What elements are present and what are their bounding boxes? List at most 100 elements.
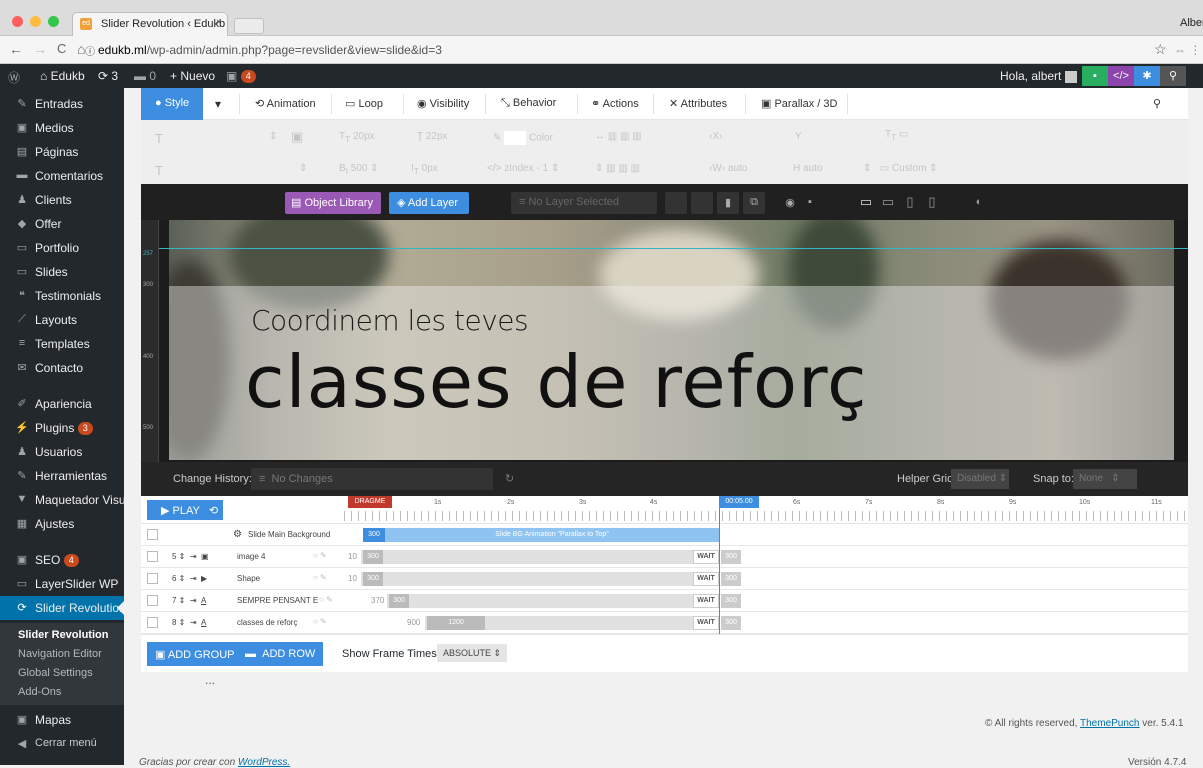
row-checkbox[interactable] (147, 529, 158, 540)
clip-icon[interactable]: ⚲ (1153, 88, 1161, 120)
table-row[interactable]: 5 ⇕ ⇥ ▣ image 4 ○ ✎ 10 300 WAIT 300 (141, 546, 1188, 568)
wordpress-link[interactable]: WordPress. (238, 757, 290, 768)
sidebar-item-mapas[interactable]: ▣ Mapas (0, 708, 124, 732)
sidebar-item-testimonials[interactable]: ❝ Testimonials (0, 284, 124, 308)
phone-icon[interactable]: ▯ (923, 192, 941, 214)
hide-show-icon[interactable]: ◐ (967, 192, 991, 214)
tab-actions[interactable]: ⚭ Actions (591, 88, 639, 120)
sidebar-item-medios[interactable]: ▣ Medios (0, 116, 124, 140)
tab-animation[interactable]: ⟲ Animation (255, 88, 316, 120)
sidebar-item-maquetador[interactable]: ▼ Maquetador Visual (0, 488, 124, 512)
add-row-button[interactable]: ▬ ADD ROW (237, 642, 324, 666)
slide-end-marker[interactable]: 00:05.00 (719, 496, 759, 508)
font-weight-field[interactable]: BI 500 ⇕ (339, 163, 379, 176)
letter-spacing-field[interactable]: IT 0px (411, 163, 438, 176)
sidebar-item-templates[interactable]: ≡ Templates (0, 332, 124, 356)
start-cell[interactable]: 300 (363, 550, 383, 564)
laptop-icon[interactable]: ▭ (879, 192, 897, 214)
tab-close-icon[interactable]: × (216, 17, 222, 28)
comments-link[interactable]: ▬ 0 (134, 69, 156, 83)
visibility-toggle-icon[interactable]: ○ ✎ (313, 551, 327, 560)
updates-link[interactable]: ⟳ 3 (98, 69, 118, 83)
desktop-icon[interactable]: ▭ (857, 192, 875, 214)
font-stepper-icon[interactable]: ⇕ (269, 131, 277, 142)
row-checkbox[interactable] (147, 551, 158, 562)
submenu-add-ons[interactable]: Add-Ons (18, 686, 61, 698)
sidebar-item-slider-revolution[interactable]: ⟳ Slider Revolution (0, 596, 124, 620)
slide-canvas[interactable]: 257 300 400 500 Coordinem les teves clas… (141, 220, 1188, 462)
bg-animation-bar[interactable]: Slide BG Animation "Parallax to Top" (385, 528, 719, 542)
wait-value[interactable]: 300 (721, 572, 741, 586)
visibility-toggle-icon[interactable]: ○ ✎ (313, 573, 327, 582)
wait-label[interactable]: WAIT (693, 572, 719, 586)
tab-style[interactable]: ● Style (141, 88, 203, 120)
align-buttons[interactable]: ↔ ▥ ▥ ▥ (595, 131, 642, 142)
sidebar-item-ajustes[interactable]: ▦ Ajustes (0, 512, 124, 536)
start-cell[interactable]: 300 (363, 572, 383, 586)
wait-label[interactable]: WAIT (693, 550, 719, 564)
sidebar-item-clients[interactable]: ♟ Clients (0, 188, 124, 212)
font-size-field[interactable]: TT 20px (339, 131, 375, 144)
sidebar-item-apariencia[interactable]: ✐ Apariencia (0, 392, 124, 416)
submenu-slider-revolution[interactable]: Slider Revolution (18, 629, 108, 641)
row-checkbox[interactable] (147, 617, 158, 628)
tab-behavior[interactable]: ⤡ Behavior (501, 88, 556, 120)
start-cell[interactable]: 300 (389, 594, 409, 608)
layer-title-text[interactable]: classes de reforç (245, 340, 868, 424)
extension-icon[interactable]: ⇔ ⋮ (1174, 43, 1201, 57)
line-height-field[interactable]: Ţ 22px (417, 131, 448, 142)
frame-times-select[interactable]: ABSOLUTE ⇕ (437, 644, 508, 662)
submenu-global-settings[interactable]: Global Settings (18, 667, 93, 679)
layer-button-b[interactable] (691, 192, 713, 214)
themepunch-link[interactable]: ThemePunch (1080, 718, 1139, 729)
tab-visibility[interactable]: ◉ Visibility (417, 88, 469, 120)
chrome-profile-button[interactable]: Alber (1180, 17, 1203, 29)
site-name-link[interactable]: ⌂ Edukb (40, 69, 85, 83)
submenu-navigation-editor[interactable]: Navigation Editor (18, 648, 102, 660)
search-icon[interactable]: ⚲ (1160, 66, 1186, 86)
new-tab-button[interactable] (234, 18, 264, 34)
sidebar-item-usuarios[interactable]: ♟ Usuarios (0, 440, 124, 464)
url-input[interactable]: edukb.ml/wp-admin/admin.php?page=revslid… (98, 43, 442, 57)
sidebar-item-entradas[interactable]: ✎ Entradas (0, 92, 124, 116)
undo-icon[interactable]: ↻ (505, 472, 514, 485)
table-row[interactable]: 8 ⇕ ⇥ A classes de reforç ○ ✎ 900 1200 W… (141, 612, 1188, 634)
lock-icon[interactable]: ▪ (801, 192, 819, 214)
dragme-handle[interactable]: DRAGME (348, 496, 392, 508)
x-field[interactable]: ‹X› (709, 131, 722, 142)
sidebar-item-herramientas[interactable]: ✎ Herramientas (0, 464, 124, 488)
layer-subtitle-text[interactable]: Coordinem les teves (251, 304, 529, 337)
play-button[interactable]: ▶ PLAY ⟲ (147, 500, 223, 520)
settings-icon[interactable]: ✱ (1134, 66, 1160, 86)
sidebar-item-contacto[interactable]: ✉ Contacto (0, 356, 124, 380)
font-style-icon[interactable]: T (155, 163, 163, 178)
sidebar-item-slides[interactable]: ▭ Slides (0, 260, 124, 284)
close-window-button[interactable] (12, 16, 23, 27)
width-field[interactable]: ‹W› auto (709, 163, 747, 174)
start-cell[interactable]: 1200 (427, 616, 485, 630)
snap-select[interactable]: None ⇕ (1073, 469, 1137, 489)
tab-attributes[interactable]: ✕ Attributes (669, 88, 727, 120)
reload-icon[interactable]: C (57, 41, 66, 56)
table-row[interactable]: 7 ⇕ ⇥ A SEMPRE PENSANT E ○ ✎ 370 300 WAI… (141, 590, 1188, 612)
my-account-link[interactable]: Hola, albert (1000, 69, 1077, 83)
sidebar-item-layouts[interactable]: ⟋ Layouts (0, 308, 124, 332)
code-icon[interactable]: </> (1108, 66, 1134, 86)
custom-field[interactable]: ⇕ ▭ Custom ⇕ (863, 163, 938, 174)
browser-tab[interactable]: Slider Revolution ‹ Edukb — W (72, 12, 228, 36)
forward-icon[interactable]: → (33, 41, 47, 57)
sidebar-item-portfolio[interactable]: ▭ Portfolio (0, 236, 124, 260)
helper-grid-select[interactable]: Disabled ⇕ (951, 469, 1009, 489)
save-icon[interactable]: ▪ (1082, 66, 1108, 86)
layer-select[interactable]: ≡ No Layer Selected (511, 192, 657, 214)
font-style-stepper-icon[interactable]: ⇕ (299, 163, 307, 174)
sidebar-item-layerslider[interactable]: ▭ LayerSlider WP (0, 572, 124, 596)
sidebar-item-comentarios[interactable]: ▬ Comentarios (0, 164, 124, 188)
tablet-icon[interactable]: ▯ (901, 192, 919, 214)
sidebar-item-paginas[interactable]: ▤ Páginas (0, 140, 124, 164)
text-transform-icon[interactable]: TT ▭ (885, 129, 908, 142)
back-icon[interactable]: ← (9, 41, 23, 57)
add-group-button[interactable]: ▣ ADD GROUP (147, 642, 243, 666)
wait-value[interactable]: 300 (721, 550, 741, 564)
tab-loop[interactable]: ▭ Loop (345, 88, 383, 120)
